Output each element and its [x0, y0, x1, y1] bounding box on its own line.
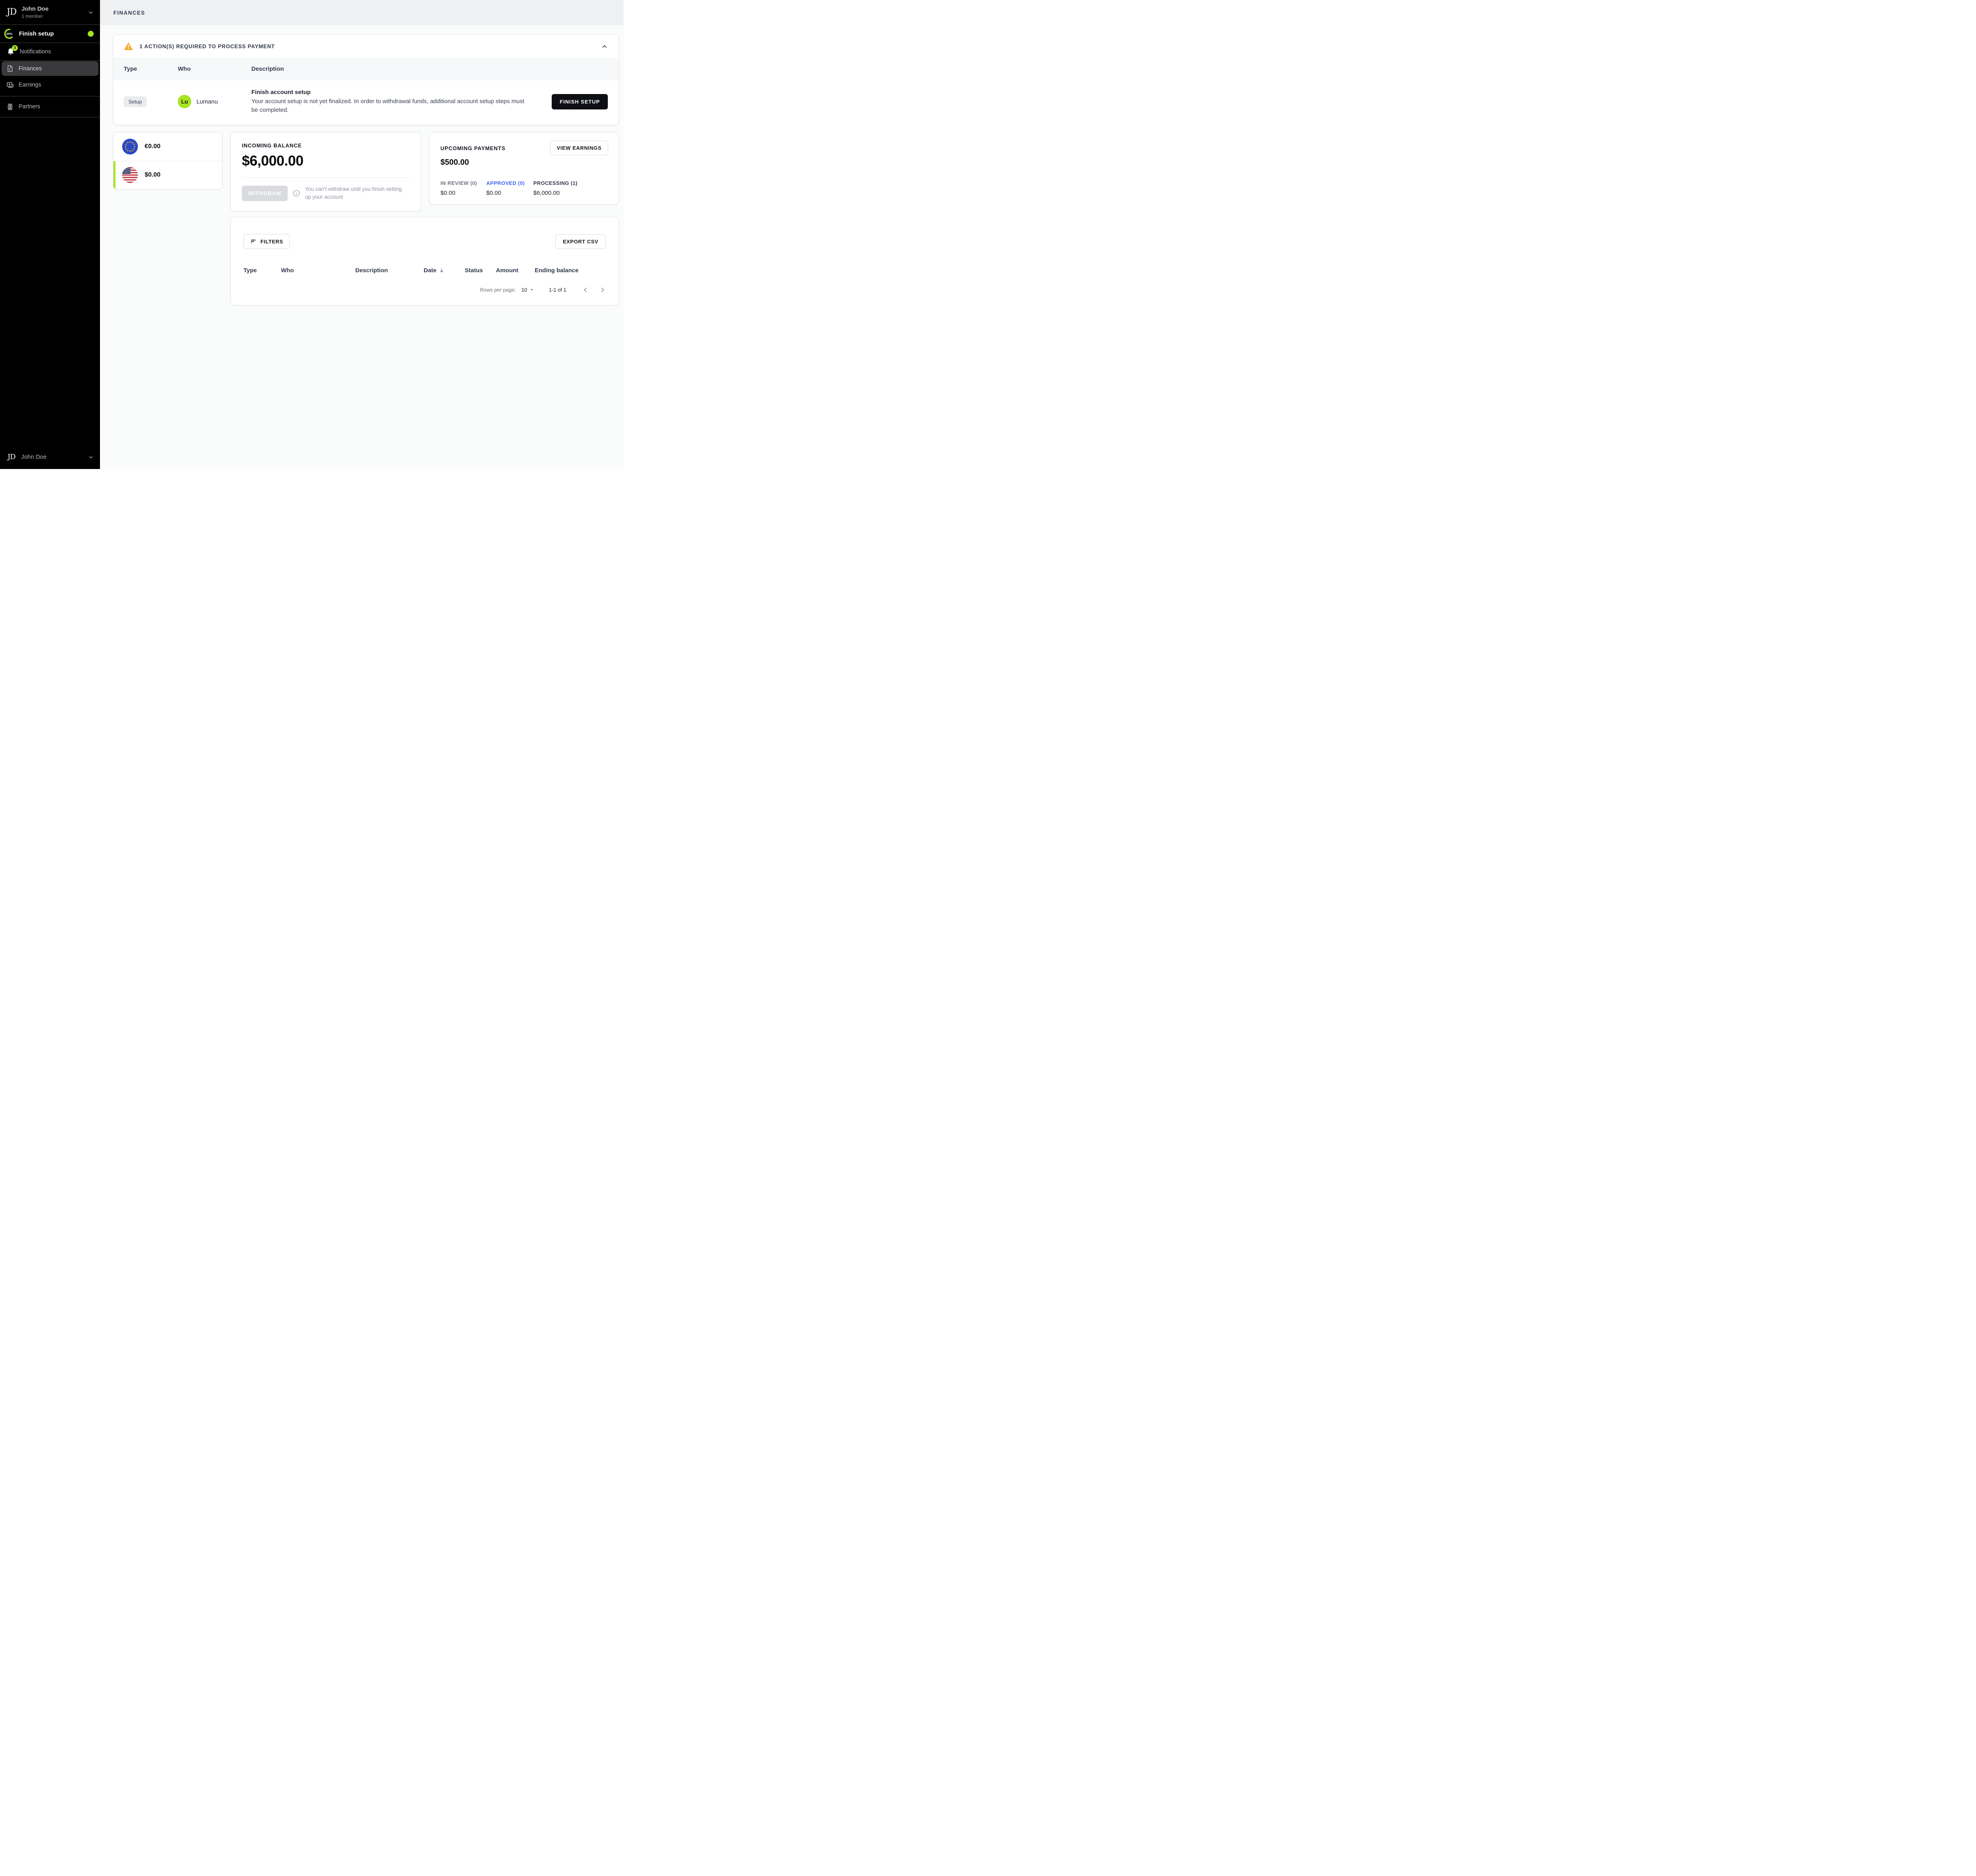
action-table-header: Type Who Description	[113, 58, 618, 80]
next-page-button[interactable]	[599, 286, 606, 293]
view-earnings-button[interactable]: VIEW EARNINGS	[550, 141, 608, 155]
sidebar-item-label: Finances	[19, 66, 42, 72]
sidebar-item-earnings[interactable]: Earnings	[0, 76, 100, 94]
table-row: Setup Lu Lumanu Finish account setup You…	[113, 80, 618, 125]
export-csv-button[interactable]: EXPORT CSV	[555, 234, 606, 249]
page-title: FINANCES	[113, 10, 145, 16]
sidebar-item-label: Partners	[19, 104, 40, 110]
sidebar: JD John Doe 1 member 20% Finish setup	[0, 0, 100, 469]
action-panel-title: 1 ACTION(S) REQUIRED TO PROCESS PAYMENT	[140, 43, 275, 49]
footer-account-switcher[interactable]: JD John Doe	[0, 446, 100, 469]
withdraw-button[interactable]: WITHDRAW	[242, 186, 288, 201]
column-header-amount: Amount	[496, 267, 535, 274]
svg-text:$: $	[9, 67, 11, 71]
content: 1 ACTION(S) REQUIRED TO PROCESS PAYMENT …	[100, 25, 624, 469]
incoming-balance-card: INCOMING BALANCE $6,000.00 WITHDRAW You …	[230, 132, 421, 212]
column-header-type: Type	[124, 66, 178, 72]
transactions-card: FILTERS EXPORT CSV Type Who Description …	[230, 217, 619, 305]
partners-badge-icon	[6, 103, 14, 111]
incoming-balance-label: INCOMING BALANCE	[242, 143, 410, 149]
previous-page-button[interactable]	[582, 286, 589, 293]
column-header-who: Who	[178, 66, 251, 72]
column-header-ending-balance: Ending balance	[535, 267, 606, 274]
rows-per-page-label: Rows per page:	[480, 287, 516, 293]
column-header-description: Description	[251, 66, 608, 72]
app-window: JD John Doe 1 member 20% Finish setup	[0, 0, 624, 469]
column-header-who: Who	[281, 267, 355, 274]
sort-descending-arrow-icon	[439, 267, 445, 273]
chevron-down-icon	[88, 9, 94, 15]
sidebar-item-partners[interactable]: Partners	[0, 96, 100, 117]
column-header-status: Status	[465, 267, 496, 274]
filters-button[interactable]: FILTERS	[243, 234, 290, 249]
rows-per-page-select[interactable]: 10	[521, 287, 534, 293]
stat-processing-value: $6,000.00	[534, 190, 609, 196]
description-title: Finish account setup	[251, 89, 552, 96]
transactions-table-header: Type Who Description Date Status Amount	[243, 267, 606, 274]
info-icon[interactable]	[293, 190, 300, 197]
chevron-down-icon	[88, 454, 94, 460]
eu-flag-icon: ★ ★ ★ ★ ★ ★ ★ ★ ★ ★	[122, 139, 138, 154]
upcoming-payments-label: UPCOMING PAYMENTS	[441, 145, 505, 151]
date-label: Date	[424, 267, 437, 274]
account-member-count: 1 member	[21, 13, 48, 19]
sidebar-item-notifications[interactable]: 3 Notifications	[0, 43, 100, 60]
currency-balances-card: ★ ★ ★ ★ ★ ★ ★ ★ ★ ★	[113, 132, 222, 190]
incoming-balance-amount: $6,000.00	[242, 153, 410, 169]
eur-balance: €0.00	[145, 143, 160, 150]
select-caret-icon	[530, 288, 534, 292]
stat-in-review-value: $0.00	[441, 190, 486, 196]
main-area: FINANCES 1 ACTION(S) REQUIRED TO PROCESS…	[100, 0, 624, 469]
stat-in-review-label: IN REVIEW (0)	[441, 180, 486, 186]
pagination: Rows per page: 10 1-1 of 1	[243, 286, 606, 293]
sidebar-item-finances[interactable]: $ Finances	[2, 61, 98, 76]
usd-balance: $0.00	[145, 171, 160, 179]
setup-progress-value: 20%	[4, 28, 15, 39]
withdraw-note: You can’t withdraw until you finish sett…	[305, 185, 408, 202]
setup-progress-ring-icon: 20%	[4, 28, 15, 39]
currency-row-usd[interactable]: $0.00	[113, 161, 222, 189]
finish-setup-button[interactable]: FINISH SETUP	[552, 94, 608, 109]
stat-approved-value: $0.00	[486, 190, 534, 196]
us-flag-icon	[122, 167, 138, 183]
account-switcher[interactable]: JD John Doe 1 member	[0, 0, 100, 25]
sidebar-item-label: Earnings	[19, 82, 41, 88]
account-name: John Doe	[21, 6, 48, 12]
upcoming-payments-card: UPCOMING PAYMENTS VIEW EARNINGS $500.00 …	[429, 132, 619, 205]
filters-label: FILTERS	[260, 239, 283, 245]
rows-per-page-value: 10	[521, 287, 527, 293]
filter-icon	[250, 238, 256, 245]
avatar: Lu	[178, 95, 191, 108]
stat-processing-label: PROCESSING (1)	[534, 180, 609, 186]
action-required-panel: 1 ACTION(S) REQUIRED TO PROCESS PAYMENT …	[113, 34, 619, 125]
warning-triangle-icon	[124, 42, 133, 51]
stat-approved-label[interactable]: APPROVED (0)	[486, 180, 534, 186]
description-body: Your account setup is not yet finalized.…	[251, 97, 528, 115]
account-logo: JD	[7, 8, 16, 17]
pagination-range: 1-1 of 1	[549, 287, 566, 293]
chevron-up-icon[interactable]	[601, 43, 608, 50]
finances-document-icon: $	[6, 64, 14, 73]
sidebar-item-label: Notifications	[20, 49, 51, 55]
notifications-badge: 3	[12, 45, 18, 51]
column-header-type: Type	[243, 267, 281, 274]
column-header-description: Description	[355, 267, 424, 274]
status-dot-icon	[88, 31, 94, 37]
earnings-icon	[6, 81, 14, 89]
currency-row-eur[interactable]: ★ ★ ★ ★ ★ ★ ★ ★ ★ ★	[113, 132, 222, 161]
sidebar-item-finish-setup[interactable]: 20% Finish setup	[0, 25, 100, 43]
footer-logo: JD	[8, 453, 15, 461]
topbar: FINANCES	[100, 0, 624, 25]
column-header-date-sort[interactable]: Date	[424, 267, 465, 274]
bell-icon: 3	[6, 47, 15, 57]
who-name: Lumanu	[196, 98, 218, 105]
footer-account-name: John Doe	[21, 454, 47, 460]
upcoming-payments-amount: $500.00	[441, 158, 609, 167]
finish-setup-label: Finish setup	[19, 30, 54, 37]
type-chip: Setup	[124, 96, 147, 107]
